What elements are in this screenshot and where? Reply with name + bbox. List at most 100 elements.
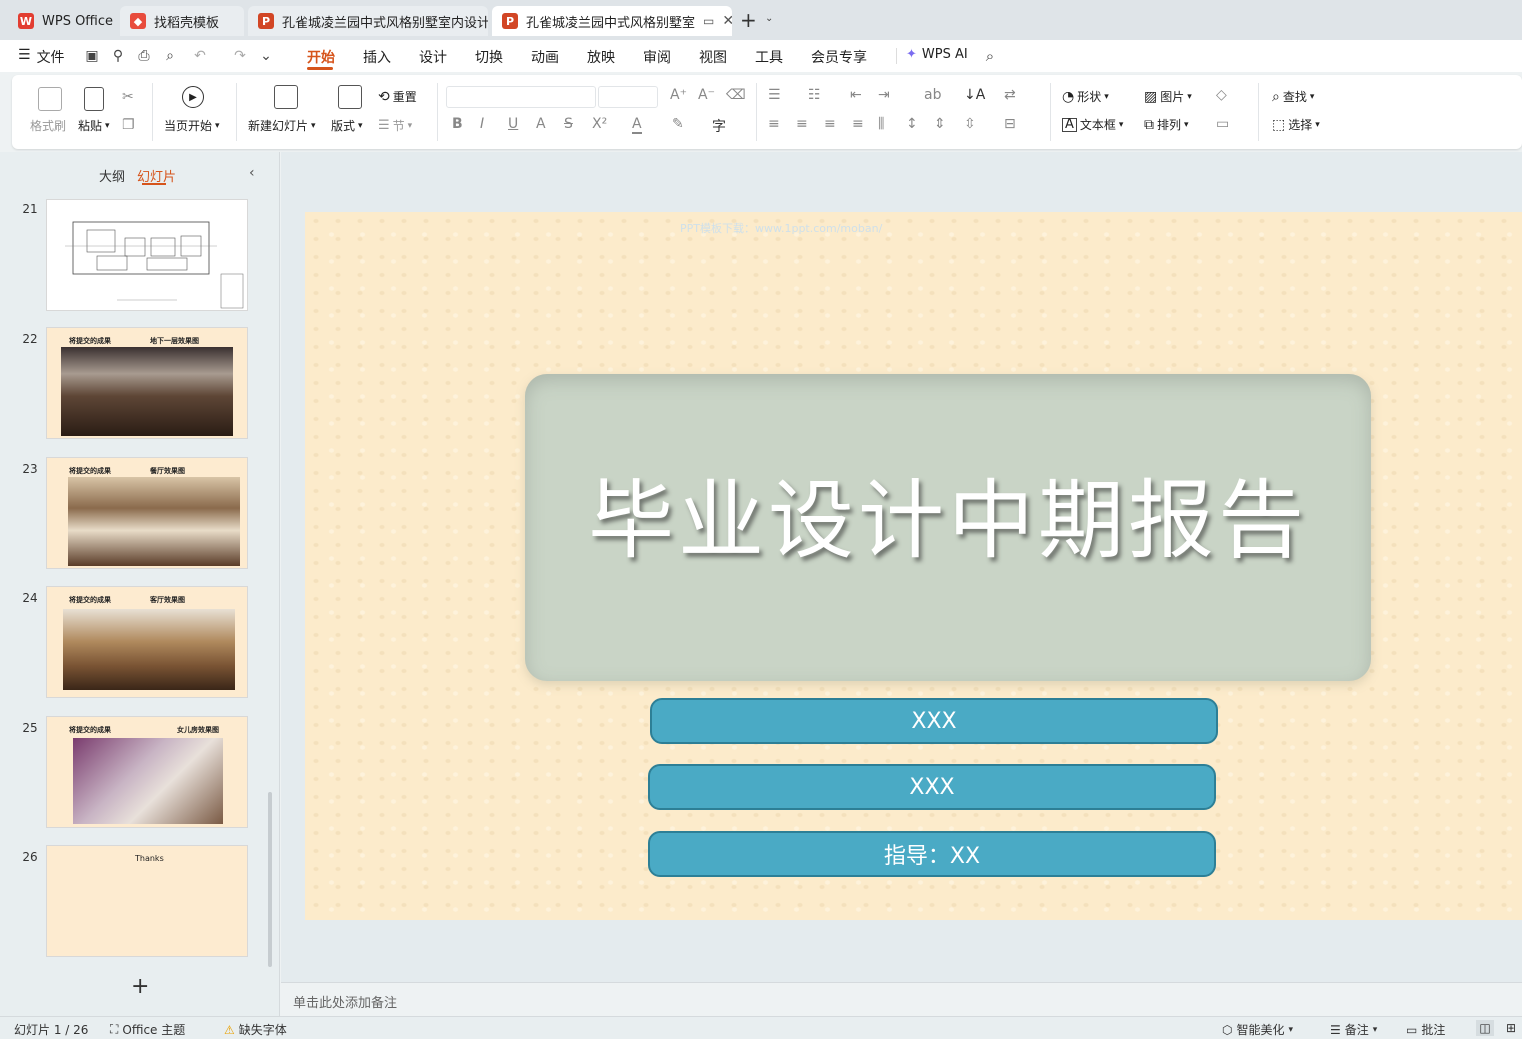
select-button[interactable]: ⬚ 选择 ▾	[1272, 116, 1320, 133]
close-icon[interactable]: ✕	[722, 13, 732, 29]
decrease-indent-icon[interactable]: ⇤	[850, 87, 862, 103]
comments-button[interactable]: ▭ 批注	[1406, 1021, 1445, 1038]
redo-icon[interactable]: ↷	[232, 48, 248, 64]
chevron-down-icon[interactable]: ⌄	[258, 48, 274, 64]
text-box-line-2[interactable]: XXX	[648, 764, 1216, 810]
outline-icon[interactable]: ▭	[1216, 116, 1229, 132]
distribute-icon[interactable]: ⫼	[878, 116, 884, 132]
fill-icon[interactable]: ◇	[1216, 87, 1227, 103]
align-center-icon[interactable]: ≡	[796, 116, 808, 132]
slide-thumbnail-23[interactable]: 将提交的成果 餐厅效果图	[46, 457, 248, 569]
wps-ai-button[interactable]: ✦ WPS AI	[906, 47, 968, 62]
tab-wps-office[interactable]: W WPS Office	[8, 6, 116, 36]
collapse-panel-icon[interactable]: ‹	[249, 165, 255, 181]
shape-button[interactable]: ◔ 形状 ▾	[1062, 88, 1109, 105]
text-shadow-icon[interactable]: A	[536, 116, 546, 132]
italic-icon[interactable]: I	[480, 116, 484, 132]
text-align-vertical-icon[interactable]: ⊟	[1004, 116, 1016, 132]
grid-view-icon[interactable]: ⊞	[1506, 1021, 1516, 1035]
start-from-current-button[interactable]: 当页开始 ▾	[164, 117, 220, 134]
menu-animation[interactable]: 动画	[531, 47, 559, 67]
strikethrough-icon[interactable]: S	[564, 116, 573, 132]
superscript-icon[interactable]: X²	[592, 116, 607, 132]
tab-document-1[interactable]: P 孔雀城凌兰园中式风格别墅室内设计	[248, 6, 488, 36]
monitor-icon[interactable]: ▭	[703, 14, 714, 28]
slide-thumbnail-21[interactable]	[46, 199, 248, 311]
menu-design[interactable]: 设计	[419, 47, 447, 67]
menu-review[interactable]: 审阅	[643, 47, 671, 67]
textbox-button[interactable]: A 文本框 ▾	[1062, 116, 1123, 133]
section-button[interactable]: ☰ 节 ▾	[378, 117, 412, 134]
slide-title[interactable]: 毕业设计中期报告	[525, 450, 1371, 575]
smart-beautify-button[interactable]: ⬡ 智能美化 ▾	[1222, 1021, 1293, 1038]
text-box-line-1[interactable]: XXX	[650, 698, 1218, 744]
new-tab-button[interactable]: +	[740, 8, 757, 32]
text-box-advisor[interactable]: 指导：XX	[648, 831, 1216, 877]
menu-view[interactable]: 视图	[699, 47, 727, 67]
notes-toggle-button[interactable]: ☰ 备注 ▾	[1330, 1021, 1377, 1038]
picture-button[interactable]: ▨ 图片 ▾	[1144, 88, 1192, 105]
menu-transition[interactable]: 切换	[475, 47, 503, 67]
font-size-select[interactable]	[598, 86, 658, 108]
tab-document-2[interactable]: P 孔雀城凌兰园中式风格别墅室 ▭ ✕	[492, 6, 732, 36]
theme-button[interactable]: ⛶ Office 主题	[110, 1021, 185, 1038]
print-preview-icon[interactable]: ⌕	[162, 48, 178, 64]
slide-thumbnail-26[interactable]: Thanks	[46, 845, 248, 957]
notes-pane[interactable]: 单击此处添加备注	[281, 982, 1522, 1016]
align-right-icon[interactable]: ≡	[824, 116, 836, 132]
clear-format-icon[interactable]: ⌫	[726, 87, 746, 103]
tab-outline[interactable]: 大纲	[99, 166, 125, 185]
layout-button[interactable]: 版式 ▾	[331, 117, 363, 134]
menu-slideshow[interactable]: 放映	[587, 47, 615, 67]
chevron-down-icon[interactable]: ⌄	[765, 13, 773, 24]
phonetic-icon[interactable]: 字	[712, 116, 726, 136]
justify-icon[interactable]: ≡	[852, 116, 864, 132]
numbered-list-icon[interactable]: ☷	[808, 87, 821, 103]
slide-number: 24	[22, 591, 38, 605]
text-direction-icon[interactable]: ab	[924, 87, 941, 103]
title-box[interactable]: 毕业设计中期报告	[525, 374, 1371, 681]
copy-icon[interactable]: ❐	[122, 117, 135, 133]
slide-thumbnail-24[interactable]: 将提交的成果 客厅效果图	[46, 586, 248, 698]
cut-icon[interactable]: ✂	[122, 89, 134, 105]
font-color-icon[interactable]: A	[632, 116, 642, 134]
slide-thumbnail-22[interactable]: 将提交的成果 地下一层效果图	[46, 327, 248, 439]
panel-scrollbar[interactable]	[268, 792, 272, 967]
link-icon[interactable]: ⚲	[110, 48, 126, 64]
new-slide-button[interactable]: 新建幻灯片 ▾	[248, 117, 316, 134]
highlight-icon[interactable]: ✎	[672, 116, 684, 132]
find-button[interactable]: ⌕ 查找 ▾	[1272, 88, 1314, 105]
increase-font-icon[interactable]: A⁺	[670, 87, 687, 103]
menu-home[interactable]: 开始	[307, 47, 335, 67]
menu-insert[interactable]: 插入	[363, 47, 391, 67]
paragraph-spacing-icon[interactable]: ⇕	[934, 116, 946, 132]
normal-view-icon[interactable]: ◫	[1476, 1020, 1494, 1036]
align-left-icon[interactable]: ≡	[768, 116, 780, 132]
convert-icon[interactable]: ⇄	[1004, 87, 1016, 103]
increase-indent-icon[interactable]: ⇥	[878, 87, 890, 103]
reset-button[interactable]: ⟲ 重置	[378, 88, 417, 105]
decrease-font-icon[interactable]: A⁻	[698, 87, 715, 103]
file-menu[interactable]: ☰ 文件	[18, 47, 65, 67]
menu-tools[interactable]: 工具	[755, 47, 783, 67]
menu-member[interactable]: 会员专享	[811, 47, 867, 67]
print-icon[interactable]: ⎙	[136, 48, 152, 64]
underline-icon[interactable]: U	[508, 116, 518, 132]
add-slide-button[interactable]: +	[131, 974, 149, 999]
undo-icon[interactable]: ↶	[192, 48, 208, 64]
font-family-select[interactable]	[446, 86, 596, 108]
save-icon[interactable]: ▣	[84, 48, 100, 64]
search-icon[interactable]: ⌕	[982, 47, 998, 65]
bold-icon[interactable]: B	[452, 116, 463, 132]
line-spacing-icon[interactable]: ↕	[906, 116, 918, 132]
format-painter-button[interactable]: 格式刷	[30, 117, 66, 134]
sort-icon[interactable]: ↓A	[964, 87, 985, 103]
paste-button[interactable]: 粘贴 ▾	[78, 117, 110, 134]
bullet-list-icon[interactable]: ☰	[768, 87, 781, 103]
slide-thumbnail-25[interactable]: 将提交的成果 女儿房效果图	[46, 716, 248, 828]
missing-font-button[interactable]: ⚠ 缺失字体	[224, 1021, 287, 1038]
columns-icon[interactable]: ⇳	[964, 116, 976, 132]
tab-docer[interactable]: ◆ 找稻壳模板	[120, 6, 244, 36]
current-slide[interactable]: PPT模板下载：www.1ppt.com/moban/ 毕业设计中期报告 XXX…	[305, 212, 1522, 920]
arrange-button[interactable]: ⧉ 排列 ▾	[1144, 116, 1189, 133]
